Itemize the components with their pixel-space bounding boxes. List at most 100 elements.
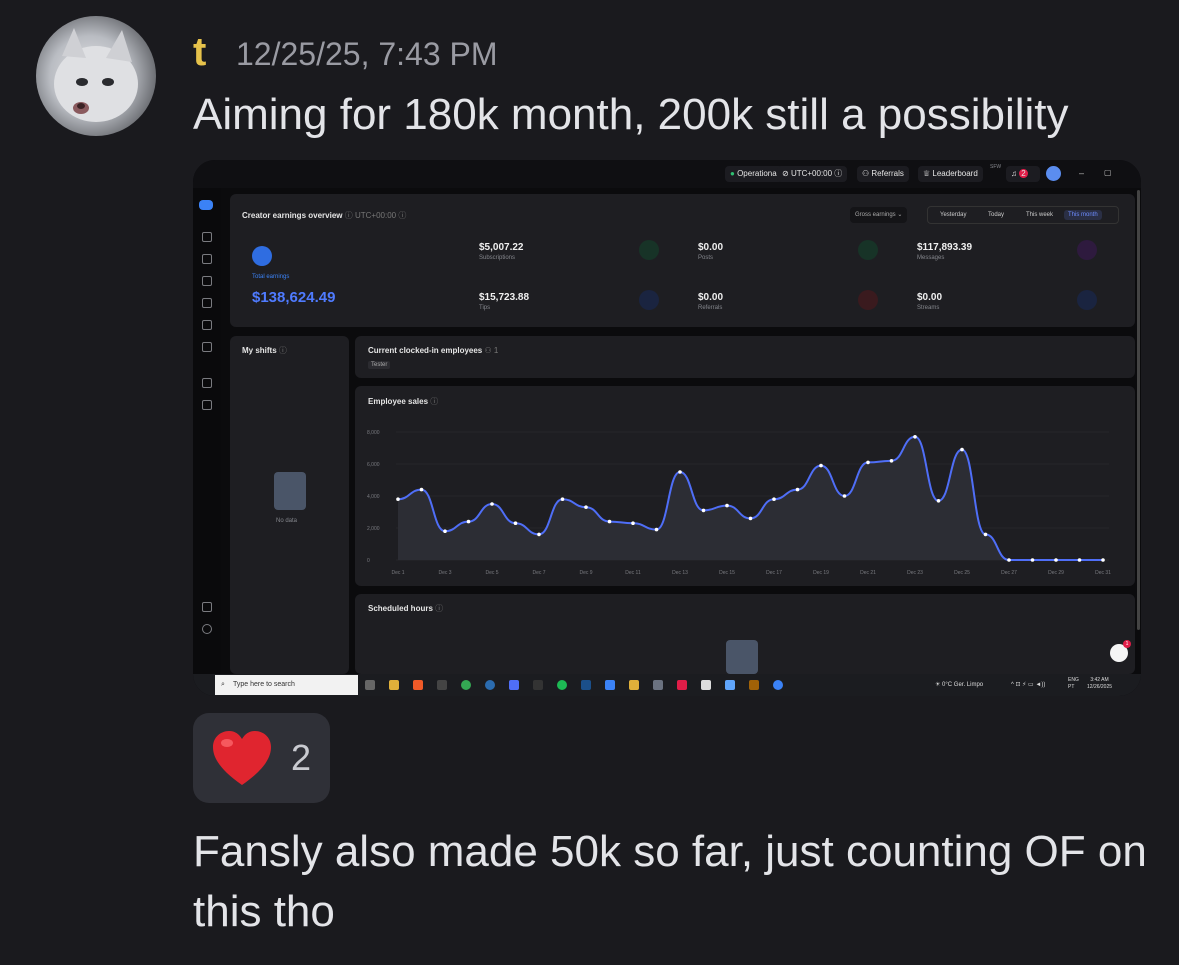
app-icon[interactable] <box>629 680 639 690</box>
app-icon[interactable] <box>773 680 783 690</box>
app-icon[interactable] <box>749 680 759 690</box>
reaction-count: 2 <box>291 737 312 778</box>
data-point <box>537 532 541 537</box>
maximize-icon[interactable]: ▢ <box>1104 168 1112 177</box>
data-point <box>913 435 917 439</box>
app-icon[interactable] <box>653 680 663 690</box>
y-tick-label: 0 <box>367 558 370 564</box>
employee-sales-chart[interactable]: 0 2,000 4,000 6,000 8,000 Dec 1 Dec 3 Dec 5 Dec … <box>355 386 1135 586</box>
x-tick-label: Dec 3 <box>438 570 451 576</box>
taskbar-search-input[interactable]: ⌕ Type here to search <box>215 675 358 695</box>
brave-icon[interactable] <box>413 680 423 690</box>
earnings-overview-panel: Creator earnings overview ⓘ UTC+00:00 ⓘ … <box>230 194 1135 327</box>
total-earnings-label: Total earnings <box>252 274 290 280</box>
steam-icon[interactable] <box>581 680 591 690</box>
app-icon[interactable] <box>437 680 447 690</box>
discord-message: t 12/25/25, 7:43 PM Aiming for 180k mont… <box>0 0 1179 965</box>
profile-avatar[interactable] <box>1046 166 1061 181</box>
subscriptions-label: Subscriptions <box>479 255 516 261</box>
x-tick-label: Dec 31 <box>1095 570 1111 576</box>
messages-value: $117,893.39 <box>917 242 973 253</box>
data-point <box>748 516 753 521</box>
x-tick-label: Dec 15 <box>719 570 735 576</box>
app-icon[interactable] <box>701 680 711 690</box>
timezone-button[interactable]: ⊘ UTC+00:00 ⓘ <box>777 166 848 182</box>
y-tick-label: 6,000 <box>367 462 380 468</box>
data-point <box>513 521 518 525</box>
user-avatar[interactable] <box>36 16 156 136</box>
heart-reaction-button[interactable]: 2 <box>193 713 330 803</box>
data-point <box>1101 558 1105 562</box>
data-point <box>701 508 706 513</box>
overview-title: Creator earnings overview ⓘ UTC+00:00 ⓘ <box>242 211 407 220</box>
tab-this-month[interactable]: This month <box>1064 210 1102 220</box>
earnings-type-select[interactable]: Gross earnings ⌄ <box>850 207 908 223</box>
wallet-icon[interactable] <box>202 400 212 410</box>
app-icon[interactable] <box>677 680 687 690</box>
search-icon: ⌕ <box>221 681 225 688</box>
data-point <box>631 521 635 525</box>
dashboard-icon[interactable] <box>202 232 212 242</box>
y-tick-label: 4,000 <box>367 494 380 500</box>
tab-today[interactable]: Today <box>988 212 1004 218</box>
clocked-in-panel: Current clocked-in employees ⚇ 1 Tester <box>355 336 1135 378</box>
file-explorer-icon[interactable] <box>389 680 399 690</box>
streams-value: $0.00 <box>917 292 943 303</box>
attached-screenshot[interactable]: ● Operational ⊘ UTC+00:00 ⓘ ⚇ Referrals … <box>193 160 1141 696</box>
help-icon[interactable] <box>202 624 212 634</box>
x-tick-label: Dec 25 <box>954 570 970 576</box>
weather-widget[interactable]: ☀ 0°C Ger. Limpo <box>935 681 983 688</box>
task-view-icon[interactable] <box>365 680 375 690</box>
onlyfans-logo-icon <box>252 246 272 266</box>
app-logo-icon[interactable] <box>199 200 213 210</box>
notifications-button[interactable]: ♫ 2 <box>1006 166 1040 182</box>
heart-icon <box>213 731 271 785</box>
y-tick-label: 2,000 <box>367 526 380 532</box>
taskbar-clock[interactable]: 3:42 AM 12/26/2025 <box>1087 677 1112 691</box>
referrals-icon <box>858 290 878 310</box>
streams-icon <box>1077 290 1097 310</box>
posts-label: Posts <box>698 255 714 261</box>
app-sidebar <box>193 188 221 674</box>
x-tick-label: Dec 11 <box>625 570 641 576</box>
scrollbar[interactable] <box>1137 190 1140 630</box>
image-icon[interactable] <box>202 320 212 330</box>
referrals-button[interactable]: ⚇ Referrals <box>857 166 909 182</box>
x-tick-label: Dec 29 <box>1048 570 1064 576</box>
sfw-label[interactable]: SFW <box>990 164 1001 170</box>
system-tray-icons[interactable]: ^ ⊡ ⚡ ▭ ◄)) <box>1011 681 1045 688</box>
username[interactable]: t <box>193 30 206 75</box>
data-point <box>725 503 729 508</box>
app-icon[interactable] <box>605 680 615 690</box>
data-point <box>654 527 659 532</box>
tips-icon <box>639 290 659 310</box>
tab-this-week[interactable]: This week <box>1026 212 1053 218</box>
posts-value: $0.00 <box>698 242 724 253</box>
language-indicator[interactable]: ENG PT <box>1068 677 1079 691</box>
messages-icon <box>1077 240 1097 260</box>
minimize-icon[interactable]: – <box>1079 168 1084 178</box>
data-point <box>983 532 988 537</box>
app-icon[interactable] <box>725 680 735 690</box>
x-tick-label: Dec 7 <box>532 570 545 576</box>
chart-icon[interactable] <box>202 276 212 286</box>
chrome-icon[interactable] <box>461 680 471 690</box>
leaderboard-button[interactable]: ♕ Leaderboard <box>918 166 983 182</box>
user-card-icon[interactable] <box>202 378 212 388</box>
chat-icon[interactable] <box>202 298 212 308</box>
data-point <box>889 459 894 463</box>
period-tabs: Yesterday Today This week This month <box>927 206 1119 224</box>
tips-value: $15,723.88 <box>479 292 530 303</box>
transfer-icon[interactable] <box>202 342 212 352</box>
y-tick-label: 8,000 <box>367 430 380 436</box>
settings-icon[interactable] <box>202 602 212 612</box>
spotify-icon[interactable] <box>557 680 567 690</box>
tab-yesterday[interactable]: Yesterday <box>940 212 966 218</box>
link-icon[interactable] <box>202 254 212 264</box>
data-point <box>1007 558 1011 562</box>
employee-tag[interactable]: Tester <box>368 361 391 369</box>
browser-icon[interactable] <box>485 680 495 690</box>
app-icon[interactable] <box>533 680 543 690</box>
app-icon[interactable] <box>509 680 519 690</box>
my-shifts-title: My shifts ⓘ <box>242 346 287 355</box>
